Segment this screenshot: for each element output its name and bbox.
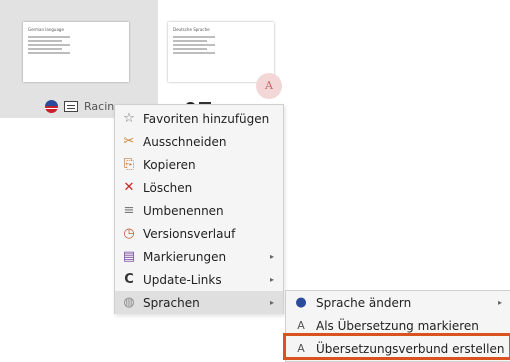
us-flag-icon: ● [295,295,307,310]
menu-item-label: Ausschneiden [143,134,227,149]
menu-item-label: Löschen [143,180,193,195]
menu-item-label: Markierungen [143,249,227,264]
submenu-arrow-icon: ▸ [269,252,274,261]
bullet-line [173,48,207,50]
translation-badge-icon: A [256,73,282,99]
bullet-line [28,40,62,42]
menu-item-umbenennen[interactable]: ≡ Umbenennen [115,199,283,222]
menu-item-favoriten[interactable]: ☆ Favoriten hinzufügen [115,107,283,130]
bullet-line [28,36,70,38]
menu-item-label: Umbenennen [143,203,224,218]
submenu-item-sprache-aendern[interactable]: ● Sprache ändern ▸ [286,291,510,314]
slide-tile-footer: Racing [45,98,121,114]
slide-thumbnail-deutsch[interactable]: Deutsche Sprache [168,22,274,82]
submenu-arrow-icon: ▸ [269,275,274,284]
slide-bullets [173,36,215,56]
markings-icon: ▤ [122,249,136,264]
copy-icon: ⎘ [123,157,135,172]
menu-item-label: Favoriten hinzufügen [143,111,270,126]
menu-item-label: Kopieren [143,157,196,172]
menu-item-update-links[interactable]: C Update-Links ▸ [115,268,283,291]
rename-icon: ≡ [123,203,135,218]
menu-item-label: Als Übersetzung markieren [316,318,479,333]
submenu-arrow-icon: ▸ [269,298,274,307]
menu-item-label: Sprachen [143,295,200,310]
us-flag-icon [45,99,58,113]
menu-item-label: Update-Links [143,272,222,287]
bullet-line [173,36,215,38]
slide-title: Deutsche Sprache [173,27,210,32]
bullet-line [28,44,70,46]
highlight-frame [283,333,510,360]
context-menu: ☆ Favoriten hinzufügen ✂ Ausschneiden ⎘ … [114,104,284,314]
scissors-icon: ✂ [123,134,135,149]
update-links-icon: C [124,272,134,287]
bullet-line [173,40,207,42]
globe-icon: ◍ [123,295,135,310]
menu-item-ausschneiden[interactable]: ✂ Ausschneiden [115,130,283,153]
menu-item-kopieren[interactable]: ⎘ Kopieren [115,153,283,176]
slide-bullets [28,36,70,56]
menu-item-markierungen[interactable]: ▤ Markierungen ▸ [115,245,283,268]
slide-thumbnail-german[interactable]: German language [23,22,129,82]
star-outline-icon: ☆ [123,111,135,126]
menu-item-label: Versionsverlauf [143,226,236,241]
slide-title: German language [28,27,64,32]
bullet-line [173,52,215,54]
slide-type-icon [64,100,78,112]
version-history-icon: ◷ [123,226,135,241]
bullet-line [28,48,62,50]
menu-item-sprachen[interactable]: ◍ Sprachen ▸ [115,291,283,314]
menu-item-versionsverlauf[interactable]: ◷ Versionsverlauf [115,222,283,245]
submenu-arrow-icon: ▸ [497,298,502,307]
menu-item-loeschen[interactable]: ✕ Löschen [115,176,283,199]
delete-x-icon: ✕ [123,180,135,195]
bullet-line [173,44,215,46]
menu-item-label: Sprache ändern [316,295,412,310]
bullet-line [28,52,70,54]
